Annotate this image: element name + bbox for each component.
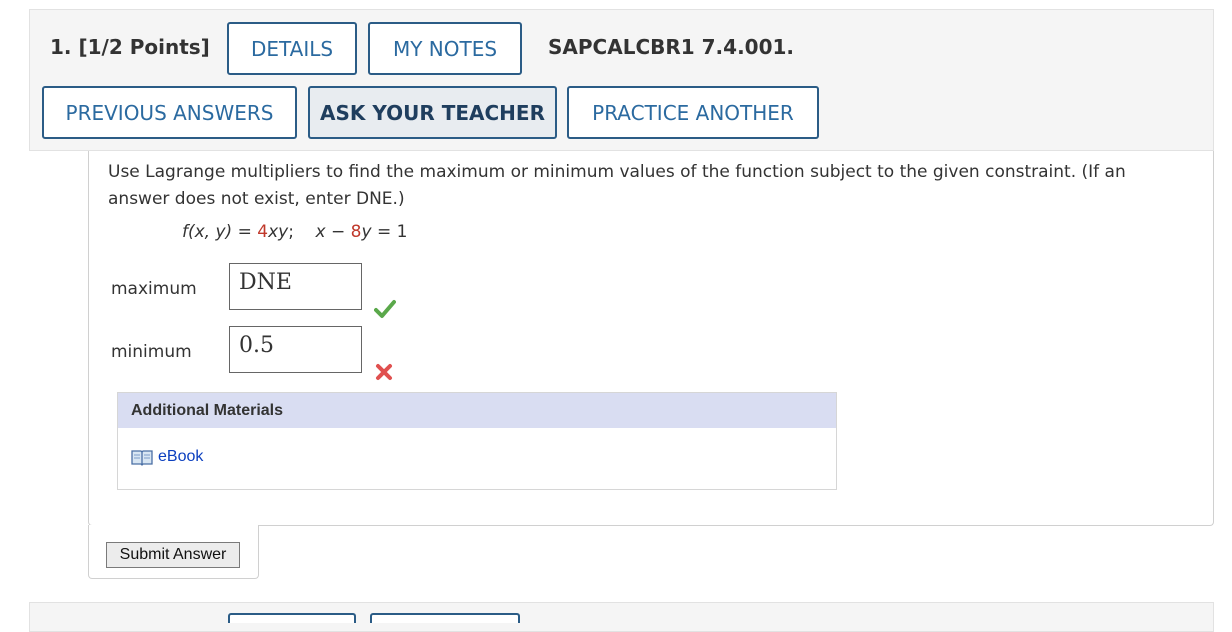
book-icon	[131, 450, 153, 466]
question-code: SAPCALCBR1 7.4.001.	[548, 35, 795, 59]
additional-materials-panel: Additional Materials eBook	[117, 392, 837, 490]
minimum-input[interactable]: 0.5	[229, 326, 362, 373]
question-prompt: Use Lagrange multipliers to find the max…	[108, 162, 1126, 209]
ebook-link[interactable]: eBook	[131, 448, 203, 466]
question-number-points: 1. [1/2 Points]	[50, 35, 210, 59]
constraint-rhs: = 1	[371, 222, 408, 242]
var-x: x	[315, 222, 326, 242]
product-vars: xy	[268, 222, 289, 242]
ebook-label[interactable]: eBook	[158, 448, 203, 466]
ask-your-teacher-button[interactable]: ASK YOUR TEACHER	[308, 86, 557, 139]
maximum-input[interactable]: DNE	[229, 263, 362, 310]
minimum-label: minimum	[111, 342, 192, 362]
function-lhs: f(x, y)	[182, 222, 233, 242]
maximum-label: maximum	[111, 279, 197, 299]
coefficient-1: 4	[257, 222, 269, 242]
previous-answers-button[interactable]: PREVIOUS ANSWERS	[42, 86, 297, 139]
next-question-panel	[29, 602, 1214, 632]
my-notes-button[interactable]: MY NOTES	[368, 22, 522, 75]
function-equation: f(x, y) = 4xy; x − 8y = 1	[182, 222, 407, 242]
equals-sign: =	[232, 222, 258, 242]
practice-another-button[interactable]: PRACTICE ANOTHER	[567, 86, 819, 139]
var-y: y	[361, 222, 372, 242]
additional-materials-title: Additional Materials	[118, 393, 836, 428]
next-details-button-edge	[228, 613, 356, 623]
x-icon	[376, 364, 392, 380]
check-icon	[374, 300, 396, 318]
details-button[interactable]: DETAILS	[227, 22, 357, 75]
coefficient-2: 8	[350, 222, 362, 242]
separator: ;	[288, 222, 316, 242]
minus-sign: −	[325, 222, 351, 242]
submit-answer-button[interactable]: Submit Answer	[106, 542, 240, 568]
next-notes-button-edge	[370, 613, 520, 623]
